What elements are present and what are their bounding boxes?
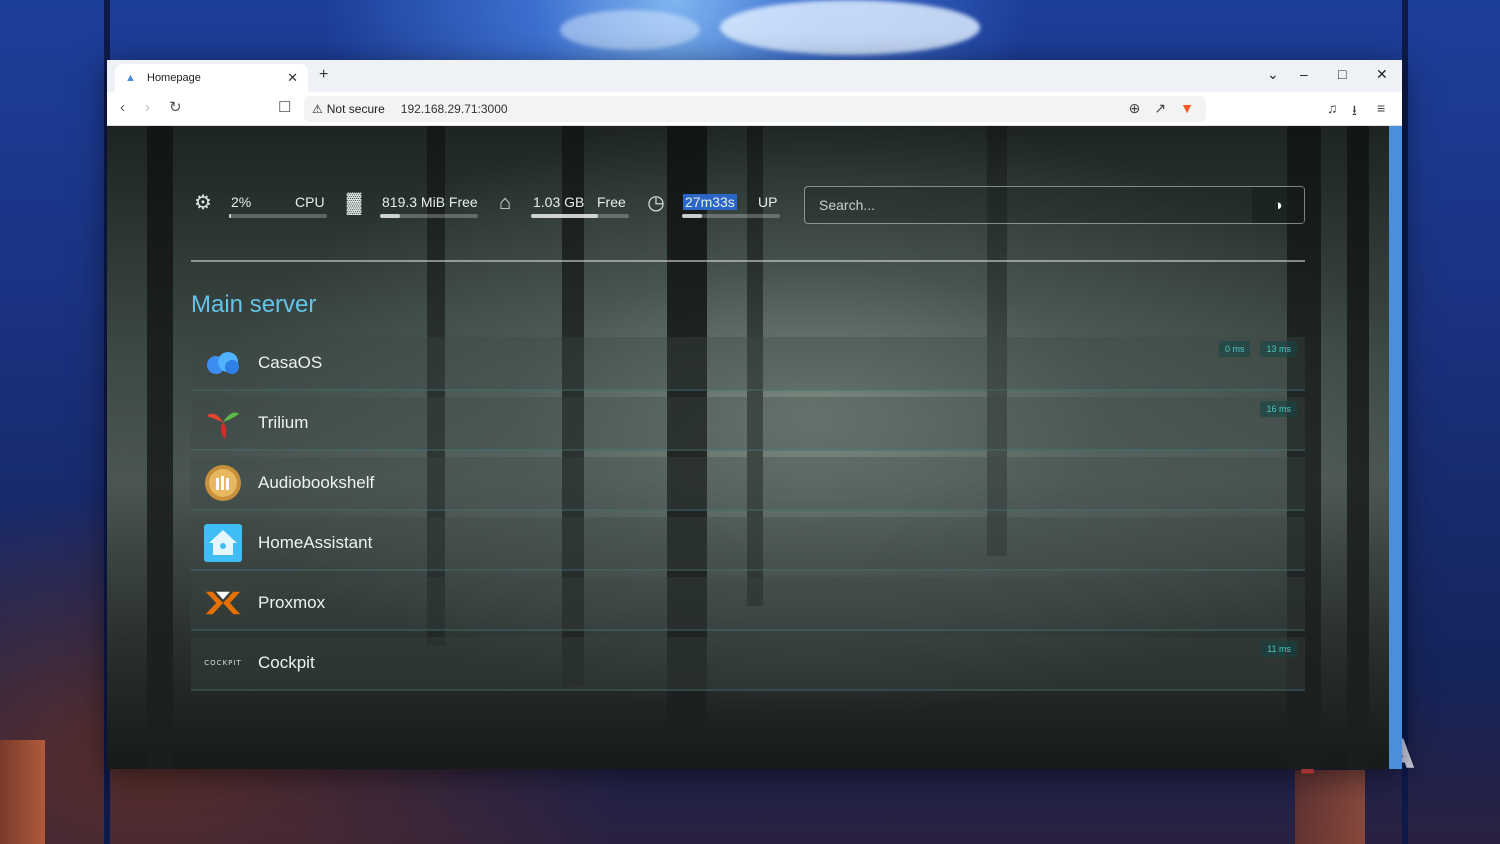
memory-widget: ▓ 819.3 MiB Free — [342, 188, 482, 220]
resource-widgets: ⚙ 2% CPU ▓ 819.3 MiB Free ⌂ 1.03 GB Free… — [191, 188, 791, 220]
cpu-label: CPU — [295, 194, 325, 210]
new-tab-button[interactable]: + — [319, 66, 328, 84]
ping-badge: 13 ms — [1260, 341, 1297, 357]
back-icon[interactable]: ‹ — [120, 100, 125, 116]
brave-shields-icon[interactable]: ▼ — [1180, 100, 1194, 117]
service-name: HomeAssistant — [258, 533, 373, 552]
service-homeassistant[interactable]: HomeAssistant — [191, 517, 1305, 571]
bookmark-icon[interactable]: ☐ — [278, 100, 291, 116]
cpu-chip-icon: ⚙ — [194, 192, 212, 214]
tab-list-chevron-icon[interactable]: ⌄ — [1267, 66, 1279, 83]
uptime-widget: ◷ 27m33s UP — [644, 188, 784, 220]
uptime-value: 27m33s — [683, 194, 737, 210]
security-label[interactable]: Not secure — [327, 102, 385, 116]
disk-value: 1.03 GB — [533, 194, 585, 210]
disk-label: Free — [597, 194, 626, 210]
cockpit-icon: COCKPIT — [204, 659, 242, 667]
service-name: Proxmox — [258, 593, 326, 612]
reload-icon[interactable]: ↻ — [169, 100, 182, 116]
service-name: Audiobookshelf — [258, 473, 375, 492]
service-audiobookshelf[interactable]: Audiobookshelf — [191, 457, 1305, 511]
search-input[interactable] — [805, 187, 1251, 223]
service-name: Trilium — [258, 413, 309, 432]
memory-bar — [380, 214, 478, 218]
service-name: Cockpit — [258, 653, 315, 672]
zoom-icon[interactable]: ⊕ — [1129, 100, 1141, 117]
wallpaper-cloud — [720, 0, 980, 55]
maximize-icon[interactable]: □ — [1338, 66, 1346, 82]
omnibox-actions: ⊕ ↗ ▼ — [1129, 100, 1194, 117]
wallpaper-shelf — [0, 740, 45, 844]
service-name: CasaOS — [258, 353, 323, 372]
ping-badges: 16 ms — [1260, 401, 1297, 417]
ping-badges: 11 ms — [1261, 641, 1297, 657]
menu-icon[interactable]: ≡ — [1377, 100, 1385, 116]
cpu-bar — [229, 214, 327, 218]
ping-badge: 0 ms — [1218, 341, 1251, 357]
tab-close-icon[interactable]: ✕ — [287, 70, 298, 86]
ping-badge: 16 ms — [1260, 401, 1297, 417]
memory-icon: ▓ — [346, 192, 362, 214]
tab-title: Homepage — [147, 72, 201, 84]
audiobookshelf-icon — [204, 464, 242, 502]
search-provider-button[interactable]: ◑ — [1252, 187, 1304, 223]
trilium-icon — [204, 404, 242, 442]
page-edge — [1389, 126, 1402, 769]
homepage-favicon-icon: ▲ — [125, 72, 136, 84]
browser-window: ▲ Homepage ✕ + ⌄ – □ ✕ ‹ › ↻ ☐ ⚠ Not sec… — [107, 60, 1402, 769]
header-divider — [191, 260, 1305, 262]
address-bar[interactable]: ⚠ Not secure 192.168.29.71:3000 ⊕ ↗ ▼ — [304, 96, 1206, 122]
cpu-value: 2% — [231, 194, 252, 210]
browser-toolbar: ‹ › ↻ ☐ ⚠ Not secure 192.168.29.71:3000 … — [107, 92, 1402, 126]
wallpaper-window-frame — [0, 0, 110, 844]
search-provider-icon: ◑ — [1273, 196, 1283, 214]
url-text: 192.168.29.71:3000 — [400, 102, 508, 116]
forward-icon[interactable]: › — [145, 100, 150, 116]
uptime-label: UP — [758, 194, 778, 210]
memory-bar-fill — [380, 214, 400, 218]
close-window-icon[interactable]: ✕ — [1376, 66, 1388, 83]
service-cockpit[interactable]: COCKPIT Cockpit 11 ms — [191, 637, 1305, 691]
service-proxmox[interactable]: Proxmox — [191, 577, 1305, 631]
disk-bar — [531, 214, 629, 218]
homepage-dashboard: ⚙ 2% CPU ▓ 819.3 MiB Free ⌂ 1.03 GB Free… — [107, 126, 1389, 769]
warning-icon: ⚠ — [312, 102, 323, 116]
download-icon[interactable]: ⭳ — [1352, 100, 1357, 124]
share-icon[interactable]: ↗ — [1154, 100, 1166, 117]
group-title: Main server — [191, 291, 317, 318]
service-casaos[interactable]: CasaOS 0 ms 13 ms — [191, 337, 1305, 391]
cpu-widget: ⚙ 2% CPU — [191, 188, 331, 220]
clock-icon: ◷ — [647, 192, 665, 214]
casaos-icon — [204, 344, 242, 382]
background-tree — [147, 126, 173, 769]
services-list: CasaOS 0 ms 13 ms Trilium 16 ms Audiobookshel… — [191, 337, 1305, 697]
service-trilium[interactable]: Trilium 16 ms — [191, 397, 1305, 451]
wallpaper-shelf — [1295, 770, 1365, 844]
disk-icon: ⌂ — [498, 192, 512, 214]
tab-bar: ▲ Homepage ✕ + ⌄ – □ ✕ — [107, 60, 1402, 92]
disk-bar-fill — [531, 214, 598, 218]
proxmox-icon — [204, 584, 242, 622]
ping-badges: 0 ms 13 ms — [1218, 341, 1297, 357]
minimize-icon[interactable]: – — [1300, 66, 1308, 82]
media-icon[interactable]: ♫ — [1327, 100, 1338, 116]
homeassistant-icon — [204, 524, 242, 562]
search-box: ◑ — [804, 186, 1305, 224]
tab-homepage[interactable]: ▲ Homepage ✕ — [115, 64, 308, 92]
wallpaper-cloud — [560, 10, 700, 50]
uptime-bar — [682, 214, 780, 218]
cpu-bar-fill — [229, 214, 231, 218]
uptime-bar-fill — [682, 214, 702, 218]
wallpaper-window-frame — [1402, 0, 1500, 844]
background-tree — [1347, 126, 1369, 769]
memory-value: 819.3 MiB Free — [382, 194, 478, 210]
ping-badge: 11 ms — [1261, 641, 1297, 657]
disk-widget: ⌂ 1.03 GB Free — [493, 188, 633, 220]
